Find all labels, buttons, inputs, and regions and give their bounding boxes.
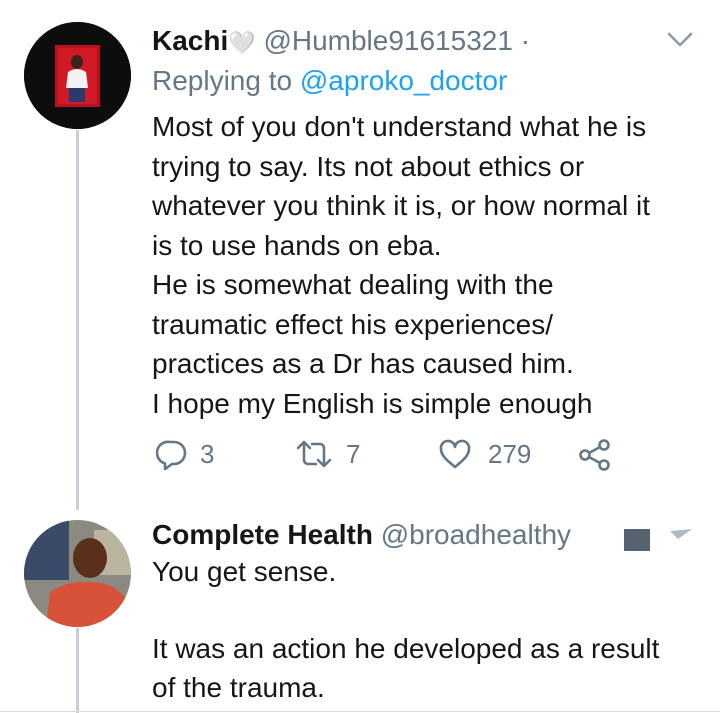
user-handle-2[interactable]: @broadhealthy bbox=[381, 519, 571, 550]
thread-connector-line bbox=[76, 130, 79, 510]
chevron-down-icon[interactable] bbox=[666, 30, 694, 50]
tweet-line: is to use hands on eba. bbox=[152, 229, 442, 261]
tweet-text-2: You get sense. It was an action he devel… bbox=[152, 553, 659, 707]
retweet-button[interactable]: 7 bbox=[294, 438, 360, 470]
reply-button[interactable]: 3 bbox=[156, 438, 214, 470]
redaction-block bbox=[624, 529, 650, 551]
chevron-down-icon-2[interactable] bbox=[668, 527, 696, 541]
retweet-count: 7 bbox=[346, 438, 361, 469]
reply-count: 3 bbox=[200, 438, 215, 469]
share-icon bbox=[579, 439, 610, 471]
tweet-line: trying to say. Its not about ethics or bbox=[152, 150, 585, 182]
user-handle[interactable]: @Humble91615321 bbox=[263, 25, 512, 56]
tweet-header-2: Complete Health @broadhealthy bbox=[152, 516, 614, 554]
heart-emoji: 🤍 bbox=[228, 30, 256, 55]
tweet-line: Most of you don't understand what he is bbox=[152, 111, 647, 142]
like-count: 279 bbox=[488, 438, 532, 469]
avatar[interactable] bbox=[24, 22, 131, 129]
display-name-2[interactable]: Complete Health bbox=[152, 519, 373, 550]
retweet-icon bbox=[296, 440, 332, 468]
tweet-text: Most of you don't understand what he is … bbox=[152, 107, 650, 423]
tweet-header: Kachi🤍 @Humble91615321 · bbox=[152, 22, 530, 62]
separator-dot: · bbox=[520, 25, 531, 56]
tweet-line: of the trauma. bbox=[152, 671, 325, 703]
avatar-2[interactable] bbox=[24, 520, 131, 627]
thread-connector-line-2 bbox=[76, 628, 79, 713]
tweet-line: He is somewhat dealing with the bbox=[152, 269, 554, 300]
display-name[interactable]: Kachi bbox=[152, 25, 228, 56]
replying-to: Replying to @aproko_doctor bbox=[152, 62, 507, 100]
tweet-line: It was an action he developed as a resul… bbox=[152, 633, 660, 664]
tweet-line: practices as a Dr has caused him. bbox=[152, 348, 574, 379]
replying-handle-link[interactable]: @aproko_doctor bbox=[300, 65, 507, 96]
tweet-line: You get sense. bbox=[152, 556, 337, 587]
tweet-line: I hope my English is simple enough bbox=[152, 387, 593, 419]
avatar-photo bbox=[24, 22, 131, 129]
replying-prefix: Replying to bbox=[152, 65, 293, 96]
bottom-divider bbox=[0, 711, 720, 712]
tweet-line: traumatic effect his experiences/ bbox=[152, 308, 554, 340]
share-button[interactable] bbox=[578, 438, 612, 472]
avatar-photo-2 bbox=[24, 520, 131, 627]
like-icon bbox=[439, 439, 471, 469]
like-button[interactable]: 279 bbox=[438, 438, 531, 470]
reply-icon bbox=[156, 440, 187, 470]
tweet-line: whatever you think it is, or how normal … bbox=[152, 190, 650, 221]
